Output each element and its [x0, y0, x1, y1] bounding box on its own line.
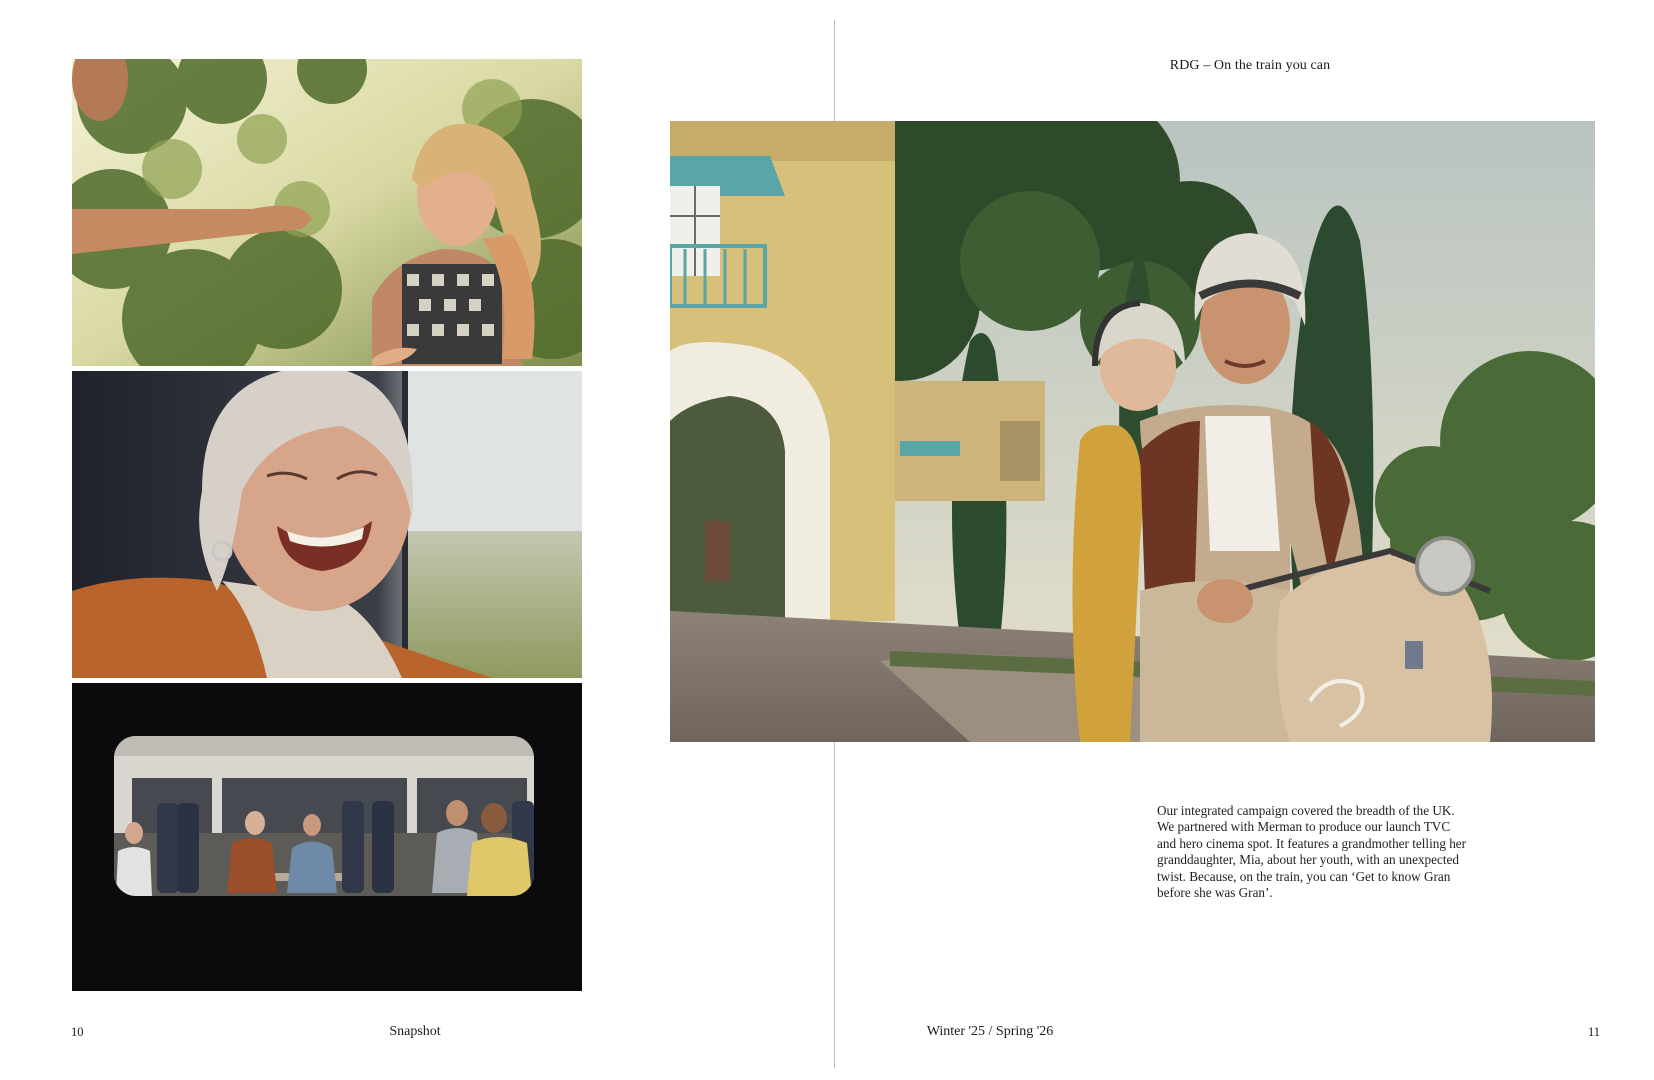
body-line: We partnered with Merman to produce our …	[1157, 819, 1451, 835]
girl-in-garden-photo	[72, 59, 582, 366]
body-line: and hero cinema spot. It features a gran…	[1157, 835, 1467, 851]
body-line: granddaughter, Mia, about her youth, wit…	[1157, 852, 1459, 868]
right-page-number: 11	[1587, 1025, 1600, 1039]
train-carriage-photo	[72, 683, 582, 991]
issue-label: Winter '25 / Spring '26	[926, 1024, 1054, 1039]
couple-on-scooter-photo	[670, 121, 1595, 742]
body-line: Our integrated campaign covered the brea…	[1157, 803, 1455, 818]
body-line: twist. Because, on the train, you can ‘G…	[1157, 868, 1451, 884]
magazine-spread: RDG – On the train you can Our integrate…	[0, 0, 1654, 1080]
article-header: RDG – On the train you can	[1169, 58, 1331, 73]
article-body-copy: Our integrated campaign covered the brea…	[1157, 803, 1507, 901]
publication-title: Snapshot	[389, 1024, 441, 1039]
left-page-number: 10	[71, 1025, 84, 1039]
body-line: before she was Gran’.	[1157, 885, 1273, 901]
grandmother-laughing-photo	[72, 371, 582, 678]
